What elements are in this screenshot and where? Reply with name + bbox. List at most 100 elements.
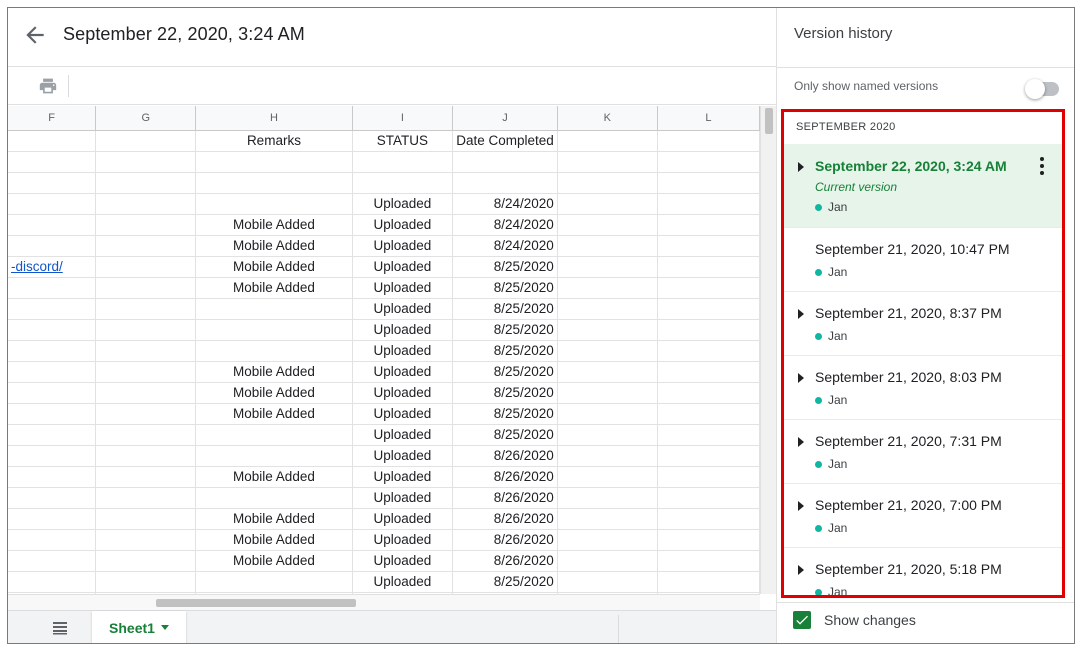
cell[interactable] (95, 487, 197, 509)
cell-i[interactable]: Uploaded (352, 508, 454, 530)
more-vert-icon[interactable] (1035, 156, 1049, 176)
cell-h[interactable]: Mobile Added (195, 529, 353, 551)
cell[interactable] (557, 403, 658, 425)
remarks-header-cell[interactable]: Remarks (195, 130, 353, 152)
column-header-h[interactable]: H (195, 106, 353, 131)
cell[interactable] (657, 340, 760, 362)
cell-i[interactable]: Uploaded (352, 235, 454, 257)
cell-f[interactable] (8, 571, 97, 593)
cell-j[interactable]: 8/24/2020 (452, 193, 558, 215)
version-item[interactable]: September 21, 2020, 8:03 PM Jan (784, 356, 1062, 420)
cell-h[interactable]: Mobile Added (195, 214, 353, 236)
cell-j[interactable]: 8/25/2020 (452, 256, 558, 278)
cell-f[interactable] (8, 382, 97, 404)
cell-i[interactable]: Uploaded (352, 487, 454, 509)
cell-j[interactable]: 8/26/2020 (452, 466, 558, 488)
cell-j[interactable]: 8/25/2020 (452, 382, 558, 404)
cell-h[interactable]: Mobile Added (195, 361, 353, 383)
cell[interactable] (657, 193, 760, 215)
link-cell[interactable]: -discord/ (8, 256, 97, 278)
cell-h[interactable] (195, 151, 353, 173)
cell-h[interactable] (195, 340, 353, 362)
cell[interactable] (557, 340, 658, 362)
column-header-k[interactable]: K (557, 106, 658, 131)
cell[interactable] (95, 571, 197, 593)
cell[interactable] (95, 130, 197, 152)
cell-j[interactable]: 8/24/2020 (452, 214, 558, 236)
cell-h[interactable]: Mobile Added (195, 403, 353, 425)
caret-right-icon[interactable] (798, 501, 804, 511)
sheet-tab-sheet1[interactable]: Sheet1 (92, 611, 186, 643)
sheet-grid[interactable]: F G H I J K L Remarks STATUS Date Comple… (8, 106, 760, 594)
cell-h[interactable] (195, 298, 353, 320)
cell-i[interactable]: Uploaded (352, 529, 454, 551)
named-versions-toggle[interactable] (1025, 78, 1061, 99)
cell[interactable] (95, 445, 197, 467)
show-changes-checkbox[interactable]: Show changes (793, 611, 916, 629)
cell-i[interactable]: Uploaded (352, 298, 454, 320)
cell-f[interactable] (8, 424, 97, 446)
cell[interactable] (657, 361, 760, 383)
cell-i[interactable]: Uploaded (352, 403, 454, 425)
all-sheets-button[interactable] (52, 621, 68, 635)
column-header-l[interactable]: L (657, 106, 760, 131)
cell[interactable] (95, 172, 197, 194)
cell-h[interactable]: Mobile Added (195, 508, 353, 530)
cell[interactable] (657, 571, 760, 593)
caret-right-icon[interactable] (798, 437, 804, 447)
cell-i[interactable]: Uploaded (352, 319, 454, 341)
vertical-scrollbar[interactable] (760, 106, 776, 594)
print-button[interactable] (38, 77, 58, 95)
cell-i[interactable] (352, 172, 454, 194)
caret-right-icon[interactable] (798, 162, 804, 172)
horizontal-scroll-thumb[interactable] (156, 599, 356, 607)
cell-j[interactable]: 8/25/2020 (452, 571, 558, 593)
cell[interactable] (95, 550, 197, 572)
caret-right-icon[interactable] (798, 373, 804, 383)
cell[interactable] (557, 235, 658, 257)
version-item[interactable]: September 21, 2020, 10:47 PM Jan (784, 228, 1062, 292)
cell-f[interactable] (8, 403, 97, 425)
cell-i[interactable]: Uploaded (352, 277, 454, 299)
cell[interactable] (557, 130, 658, 152)
cell-f[interactable] (8, 466, 97, 488)
cell-h[interactable] (195, 571, 353, 593)
cell[interactable] (657, 214, 760, 236)
cell[interactable] (95, 403, 197, 425)
cell-h[interactable]: Mobile Added (195, 550, 353, 572)
cell-i[interactable]: Uploaded (352, 361, 454, 383)
cell[interactable] (657, 382, 760, 404)
cell-i[interactable]: Uploaded (352, 382, 454, 404)
cell[interactable] (557, 508, 658, 530)
cell[interactable] (557, 466, 658, 488)
cell[interactable] (557, 361, 658, 383)
cell-i[interactable]: Uploaded (352, 256, 454, 278)
cell[interactable] (657, 508, 760, 530)
cell-j[interactable]: 8/25/2020 (452, 277, 558, 299)
cell[interactable] (657, 445, 760, 467)
cell-f[interactable] (8, 214, 97, 236)
cell[interactable] (557, 550, 658, 572)
cell[interactable] (95, 361, 197, 383)
cell-f[interactable] (8, 319, 97, 341)
cell[interactable] (657, 130, 760, 152)
cell[interactable] (95, 466, 197, 488)
cell-h[interactable]: Mobile Added (195, 256, 353, 278)
cell-i[interactable]: Uploaded (352, 340, 454, 362)
column-header-i[interactable]: I (352, 106, 454, 131)
cell-i[interactable]: Uploaded (352, 445, 454, 467)
cell-h[interactable]: Mobile Added (195, 466, 353, 488)
version-item[interactable]: September 21, 2020, 7:00 PM Jan (784, 484, 1062, 548)
cell[interactable] (557, 319, 658, 341)
cell[interactable] (557, 298, 658, 320)
cell[interactable] (95, 424, 197, 446)
cell[interactable] (557, 445, 658, 467)
cell[interactable] (95, 298, 197, 320)
cell[interactable] (657, 424, 760, 446)
cell[interactable] (95, 235, 197, 257)
back-button[interactable] (22, 22, 48, 48)
cell-f[interactable] (8, 529, 97, 551)
cell-i[interactable]: Uploaded (352, 424, 454, 446)
cell-i[interactable]: Uploaded (352, 550, 454, 572)
cell-j[interactable] (452, 151, 558, 173)
